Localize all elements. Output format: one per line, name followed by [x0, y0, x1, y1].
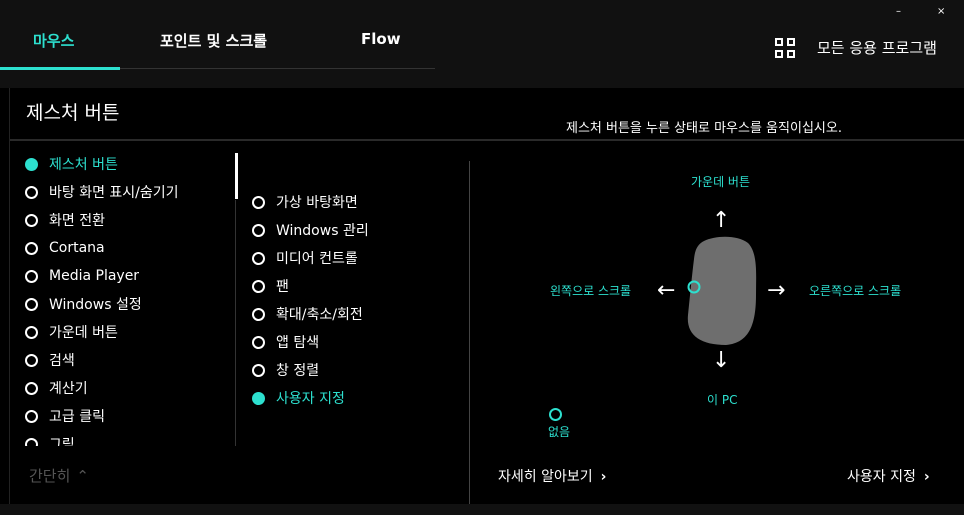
bottom-bar	[0, 504, 964, 515]
option-media-control[interactable]: 미디어 컨트롤	[252, 244, 472, 272]
option-calculator[interactable]: 계산기	[25, 374, 235, 402]
option-zoom-rotate[interactable]: 확대/축소/회전	[252, 300, 472, 328]
grid-icon[interactable]	[775, 38, 795, 58]
option-label: Cortana	[49, 240, 105, 256]
gesture-button-panel: 제스처 버튼 제스처 버튼을 누른 상태로 마우스를 움직이십시오. 제스처 버…	[9, 88, 964, 504]
option-label: Windows 관리	[276, 223, 369, 239]
close-button[interactable]: ×	[937, 6, 945, 17]
panel-divider	[10, 139, 964, 141]
option-label: 가운데 버튼	[49, 325, 118, 341]
active-tab-indicator	[0, 67, 120, 70]
radio-selected-icon[interactable]	[25, 157, 38, 171]
option-label: 계산기	[49, 381, 88, 397]
gesture-up-label[interactable]: 가운데 버튼	[691, 173, 750, 190]
radio-icon[interactable]	[252, 363, 265, 377]
option-switch-screen[interactable]: 화면 전환	[25, 206, 235, 234]
radio-icon[interactable]	[25, 297, 38, 311]
radio-icon[interactable]	[25, 241, 38, 255]
option-label: Windows 설정	[49, 297, 142, 313]
radio-selected-icon[interactable]	[252, 391, 265, 405]
radio-icon[interactable]	[252, 251, 265, 265]
gesture-none-indicator[interactable]	[549, 408, 562, 421]
option-label: 검색	[49, 353, 75, 369]
option-label: 가상 바탕화면	[276, 195, 358, 211]
gesture-right-label[interactable]: 오른쪽으로 스크롤	[809, 282, 901, 299]
tab-flow[interactable]: Flow	[361, 30, 401, 48]
chevron-right-icon: ›	[923, 469, 930, 485]
option-gesture-button[interactable]: 제스처 버튼	[25, 150, 235, 178]
option-picture[interactable]: 그림	[25, 430, 235, 446]
option-label: 고급 클릭	[49, 409, 105, 425]
mouse-icon	[687, 236, 757, 345]
collapse-toggle[interactable]: 간단히 ⌃	[29, 465, 89, 486]
tab-divider	[120, 68, 435, 69]
customize-label: 사용자 지정	[847, 469, 916, 485]
option-app-navigation[interactable]: 앱 탐색	[252, 328, 472, 356]
radio-icon[interactable]	[25, 185, 38, 199]
option-label: 제스처 버튼	[49, 157, 118, 173]
option-label: 사용자 지정	[276, 391, 345, 407]
customize-link[interactable]: 사용자 지정 ›	[847, 466, 930, 486]
option-label: 화면 전환	[49, 213, 105, 229]
option-label: 창 정렬	[276, 363, 320, 379]
option-label: 미디어 컨트롤	[276, 251, 358, 267]
minimize-button[interactable]: –	[896, 6, 901, 17]
option-cortana[interactable]: Cortana	[25, 234, 235, 262]
gesture-left-label[interactable]: 왼쪽으로 스크롤	[550, 282, 631, 299]
option-virtual-desktop[interactable]: 가상 바탕화면	[252, 188, 472, 216]
category-list: 가상 바탕화면 Windows 관리 미디어 컨트롤 팬 확대/축소/회전 앱 …	[252, 188, 472, 412]
option-advanced-click[interactable]: 고급 클릭	[25, 402, 235, 430]
radio-icon[interactable]	[25, 353, 38, 367]
radio-icon[interactable]	[252, 307, 265, 321]
option-label: 앱 탐색	[276, 335, 320, 351]
instruction-text: 제스처 버튼을 누른 상태로 마우스를 움직이십시오.	[566, 121, 842, 136]
gesture-none-label[interactable]: 없음	[548, 423, 570, 440]
tab-mouse[interactable]: 마우스	[33, 30, 74, 51]
option-search[interactable]: 검색	[25, 346, 235, 374]
arrow-up-icon: ↑	[712, 208, 731, 233]
radio-icon[interactable]	[25, 437, 38, 446]
option-window-snap[interactable]: 창 정렬	[252, 356, 472, 384]
gesture-down-label[interactable]: 이 PC	[707, 391, 737, 408]
option-custom[interactable]: 사용자 지정	[252, 384, 472, 412]
option-label: 확대/축소/회전	[276, 307, 363, 323]
arrow-left-icon: ←	[657, 278, 676, 303]
option-label: 그림	[49, 437, 75, 446]
option-media-player[interactable]: Media Player	[25, 262, 235, 290]
option-pan[interactable]: 팬	[252, 272, 472, 300]
option-windows-settings[interactable]: Windows 설정	[25, 290, 235, 318]
radio-icon[interactable]	[25, 269, 38, 283]
option-show-hide-desktop[interactable]: 바탕 화면 표시/숨기기	[25, 178, 235, 206]
tab-point-and-scroll[interactable]: 포인트 및 스크롤	[160, 30, 267, 51]
learn-more-label: 자세히 알아보기	[498, 469, 593, 485]
action-list: 제스처 버튼 바탕 화면 표시/숨기기 화면 전환 Cortana Media …	[25, 150, 235, 446]
option-label: 바탕 화면 표시/숨기기	[49, 185, 179, 201]
option-middle-button[interactable]: 가운데 버튼	[25, 318, 235, 346]
option-windows-management[interactable]: Windows 관리	[252, 216, 472, 244]
chevron-up-icon: ⌃	[76, 467, 89, 485]
option-label: Media Player	[49, 268, 140, 284]
top-navigation-bar: 마우스 포인트 및 스크롤 Flow – × 모든 응용 프로그램	[0, 0, 964, 88]
list-scrollbar[interactable]	[235, 153, 238, 199]
radio-icon[interactable]	[25, 381, 38, 395]
radio-icon[interactable]	[252, 195, 265, 209]
radio-icon[interactable]	[25, 325, 38, 339]
radio-icon[interactable]	[25, 409, 38, 423]
list-divider	[235, 200, 236, 446]
all-applications-label[interactable]: 모든 응용 프로그램	[817, 37, 937, 58]
chevron-right-icon: ›	[600, 469, 607, 485]
gesture-divider	[469, 161, 470, 504]
arrow-down-icon: ↓	[712, 348, 731, 373]
panel-title: 제스처 버튼	[26, 102, 120, 124]
arrow-right-icon: →	[767, 278, 786, 303]
learn-more-link[interactable]: 자세히 알아보기 ›	[498, 466, 606, 486]
radio-icon[interactable]	[252, 223, 265, 237]
radio-icon[interactable]	[25, 213, 38, 227]
option-label: 팬	[276, 279, 289, 295]
radio-icon[interactable]	[252, 279, 265, 293]
collapse-label: 간단히	[29, 467, 71, 485]
radio-icon[interactable]	[252, 335, 265, 349]
